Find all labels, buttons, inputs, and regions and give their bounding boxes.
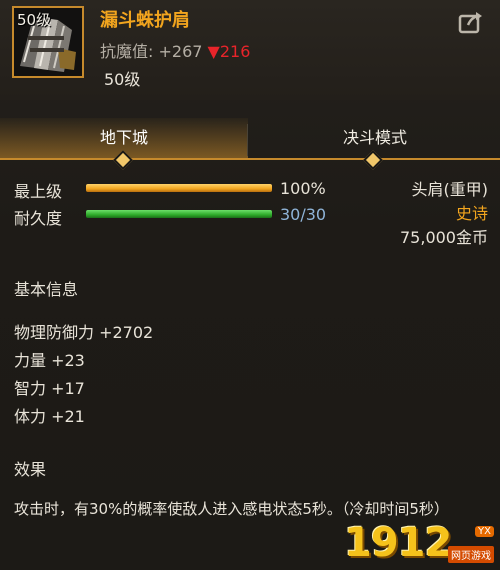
slot-type: 头肩(重甲): [411, 180, 489, 199]
magic-defense-stat: 抗魔值: +267 ▼216: [100, 38, 250, 62]
tab-divider: [247, 124, 248, 156]
site-watermark-logo: 1912 YX 网页游戏: [344, 520, 494, 566]
item-level-badge: 50级: [17, 11, 52, 29]
magic-defense-value: 抗魔值: +267: [100, 42, 203, 61]
durability-bar-fill: [86, 210, 272, 218]
effect-description: 攻击时，有30%的概率使敌人进入感电状态5秒。（冷却时间5秒）: [14, 500, 449, 518]
item-icon-frame[interactable]: 50级: [12, 6, 84, 78]
sell-price: 75,000金币: [400, 228, 488, 247]
grade-bar: [86, 184, 272, 192]
attribute-strength: 力量 +23: [14, 351, 85, 370]
attribute-intelligence: 智力 +17: [14, 379, 85, 398]
item-tooltip-panel: 50级 漏斗蛛护肩 抗魔值: +267 ▼216 50级 地下城 决斗模式 最上…: [0, 0, 500, 570]
grade-label: 最上级: [14, 182, 63, 201]
durability-value: 30/30: [280, 205, 327, 224]
required-level: 50级: [104, 70, 141, 89]
effect-title: 效果: [14, 460, 47, 479]
grade-value: 100%: [280, 179, 326, 198]
attribute-physical-defense: 物理防御力 +2702: [14, 323, 154, 342]
attribute-vitality: 体力 +21: [14, 407, 85, 426]
item-name: 漏斗蛛护肩: [100, 10, 190, 31]
mode-tabs: 地下城 决斗模式: [0, 118, 500, 160]
durability-label: 耐久度: [14, 209, 63, 228]
watermark-sub: 网页游戏: [448, 546, 494, 563]
rarity: 史诗: [455, 204, 488, 223]
basic-info-title: 基本信息: [14, 280, 79, 299]
durability-bar: [86, 210, 272, 218]
watermark-digits: 1912: [344, 520, 452, 566]
item-header: 50级 漏斗蛛护肩 抗魔值: +267 ▼216 50级: [0, 0, 500, 100]
grade-bar-fill: [86, 184, 272, 192]
share-icon[interactable]: [458, 10, 484, 34]
magic-defense-decrease: ▼216: [207, 42, 251, 61]
watermark-tag: YX: [475, 526, 494, 537]
